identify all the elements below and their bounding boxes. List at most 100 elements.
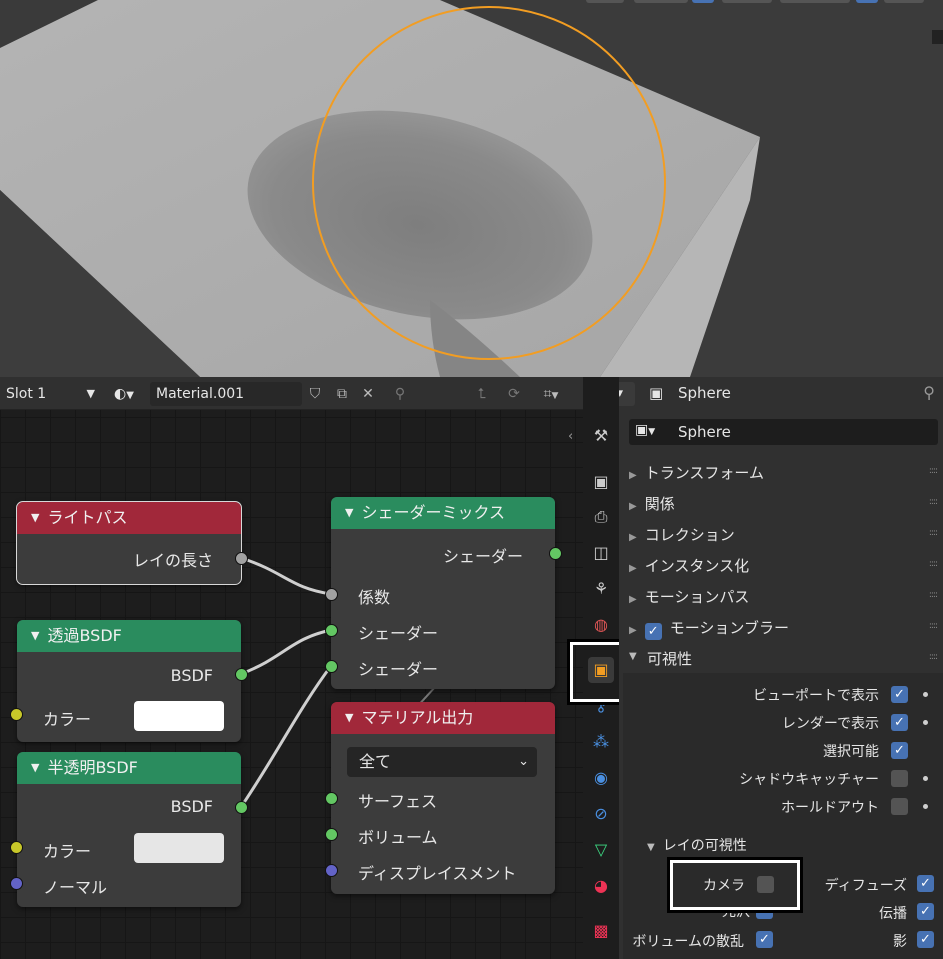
particles-tab-icon[interactable]: ⁂	[588, 729, 614, 755]
socket-bsdf-out[interactable]	[235, 668, 248, 681]
socket-bsdf-out[interactable]	[235, 801, 248, 814]
motion-blur-checkbox[interactable]: ✓	[644, 623, 662, 640]
socket-normal-in[interactable]	[10, 877, 23, 890]
keyframe-dot-icon[interactable]	[923, 776, 928, 781]
drag-handle-icon[interactable]: ::::	[929, 528, 938, 538]
transmission-checkbox[interactable]: ✓	[917, 903, 934, 920]
node-transparent-bsdf[interactable]: ▼ 透過BSDF BSDF カラー	[17, 620, 241, 742]
node-header[interactable]: ▼ 半透明BSDF	[17, 752, 241, 784]
socket-surface-in[interactable]	[325, 792, 338, 805]
properties-header: ☰▾ ▣ Sphere ⚲	[619, 377, 943, 410]
highlight-camera-option: カメラ	[667, 857, 803, 913]
panel-relations[interactable]: ▶ 関係	[629, 493, 675, 514]
panel-collections[interactable]: ▶ コレクション	[629, 524, 735, 545]
drag-handle-icon[interactable]: ::::	[929, 621, 938, 631]
panel-transform[interactable]: ▶ トランスフォーム	[629, 462, 764, 483]
panel-motion-blur[interactable]: ▶ ✓ モーションブラー	[629, 617, 789, 640]
keyframe-dot-icon[interactable]	[923, 804, 928, 809]
color-swatch[interactable]	[134, 701, 224, 731]
selectable-checkbox[interactable]: ✓	[891, 742, 908, 759]
socket-displacement-in[interactable]	[325, 864, 338, 877]
node-header[interactable]: ▼ 透過BSDF	[17, 620, 241, 652]
socket-shader-out[interactable]	[549, 547, 562, 560]
object-name-value: Sphere	[678, 423, 731, 441]
color-swatch[interactable]	[134, 833, 224, 863]
shader-node-editor[interactable]: Slot 1 ▼ ◐▼ Material.001 ⛉ ⧉ ✕ ⚲ ⮤ ⟳ ⌗▼ …	[0, 377, 583, 959]
collapse-triangle-icon[interactable]: ▼	[31, 511, 39, 524]
physics-tab-icon[interactable]: ◉	[588, 765, 614, 791]
input-label: シェーダー	[358, 624, 439, 643]
drag-handle-icon[interactable]: ::::	[929, 590, 938, 600]
constraint-tab-icon[interactable]: ⊘	[588, 801, 614, 827]
view-layer-tab-icon[interactable]: ◫	[588, 540, 614, 566]
socket-fac-in[interactable]	[325, 588, 338, 601]
node-translucent-bsdf[interactable]: ▼ 半透明BSDF BSDF カラー ノーマル	[17, 752, 241, 907]
panel-visibility-header[interactable]: ▼ 可視性	[619, 645, 943, 671]
collapse-triangle-icon[interactable]: ▼	[345, 506, 353, 519]
output-target-label: 全て	[359, 752, 392, 771]
panel-title: インスタンス化	[644, 557, 750, 575]
node-header[interactable]: ▼ ライトパス	[17, 502, 241, 534]
material-tab-icon[interactable]: ◕	[588, 873, 614, 899]
render-tab-icon[interactable]: ▣	[588, 469, 614, 495]
scene-tab-icon[interactable]: ⚘	[588, 576, 614, 602]
collapse-triangle-icon[interactable]: ▼	[31, 761, 39, 774]
node-header[interactable]: ▼ マテリアル出力	[331, 702, 555, 734]
show-in-viewports-label: ビューポートで表示	[753, 688, 879, 704]
3d-viewport[interactable]	[0, 0, 943, 377]
node-title: マテリアル出力	[361, 708, 474, 727]
input-label: カラー	[43, 710, 92, 729]
holdout-checkbox[interactable]	[891, 798, 908, 815]
node-title: 透過BSDF	[47, 626, 122, 645]
keyframe-dot-icon[interactable]	[923, 692, 928, 697]
drag-handle-icon[interactable]: ::::	[929, 497, 938, 507]
node-title: ライトパス	[47, 508, 128, 527]
tool-tab-icon[interactable]: ⚒	[588, 423, 614, 449]
panel-motion-paths[interactable]: ▶ モーションパス	[629, 586, 749, 607]
data-tab-icon[interactable]: ▽	[588, 837, 614, 863]
socket-volume-in[interactable]	[325, 828, 338, 841]
output-tab-icon[interactable]: ⎙	[588, 504, 614, 530]
input-label: 係数	[358, 588, 391, 607]
show-in-renders-checkbox[interactable]: ✓	[891, 714, 908, 731]
transmission-label: 伝播	[879, 906, 907, 922]
camera-checkbox[interactable]	[757, 876, 774, 893]
texture-tab-icon[interactable]: ▩	[588, 918, 614, 944]
socket-shader-in[interactable]	[325, 660, 338, 673]
drag-handle-icon[interactable]: ::::	[929, 652, 938, 662]
editor-type-button[interactable]: ☰▾	[619, 382, 635, 406]
show-in-viewports-checkbox[interactable]: ✓	[891, 686, 908, 703]
node-material-output[interactable]: ▼ マテリアル出力 全て ⌄ サーフェス ボリューム ディスプレイスメント	[331, 702, 555, 894]
socket-color-in[interactable]	[10, 708, 23, 721]
camera-label: カメラ	[703, 878, 745, 894]
socket-color-in[interactable]	[10, 841, 23, 854]
shadow-catcher-checkbox[interactable]	[891, 770, 908, 787]
expand-triangle-icon: ▶	[629, 563, 637, 574]
shadow-catcher-label: シャドウキャッチャー	[739, 772, 879, 788]
expand-triangle-icon: ▶	[629, 532, 637, 543]
pin-icon[interactable]: ⚲	[923, 383, 935, 402]
diffuse-label: ディフューズ	[824, 878, 907, 894]
collapse-triangle-icon[interactable]: ▼	[345, 711, 353, 724]
input-label: ノーマル	[43, 878, 108, 897]
chevron-down-icon: ⌄	[518, 754, 529, 769]
viewport-scene	[0, 0, 943, 377]
node-header[interactable]: ▼ シェーダーミックス	[331, 497, 555, 529]
node-light-path[interactable]: ▼ ライトパス レイの長さ	[16, 501, 242, 585]
socket-shader-in[interactable]	[325, 624, 338, 637]
shadow-checkbox[interactable]: ✓	[917, 931, 934, 948]
keyframe-dot-icon[interactable]	[923, 720, 928, 725]
drag-handle-icon[interactable]: ::::	[929, 466, 938, 476]
drag-handle-icon[interactable]: ::::	[929, 559, 938, 569]
diffuse-checkbox[interactable]: ✓	[917, 875, 934, 892]
node-mix-shader[interactable]: ▼ シェーダーミックス シェーダー 係数 シェーダー シェーダー	[331, 497, 555, 689]
sidebar-toggle-icon[interactable]: ‹	[568, 429, 573, 444]
collapse-triangle-icon[interactable]: ▼	[31, 629, 39, 642]
socket-ray-length-out[interactable]	[235, 552, 248, 565]
panel-instancing[interactable]: ▶ インスタンス化	[629, 555, 749, 576]
output-target-dropdown[interactable]: 全て ⌄	[347, 747, 537, 777]
object-name-field[interactable]: ▣▼ Sphere	[629, 419, 938, 445]
subpanel-ray-visibility[interactable]: ▼ レイの可視性	[647, 835, 747, 855]
world-tab-icon[interactable]: ◍	[588, 612, 614, 638]
volume-scatter-checkbox[interactable]: ✓	[756, 931, 773, 948]
